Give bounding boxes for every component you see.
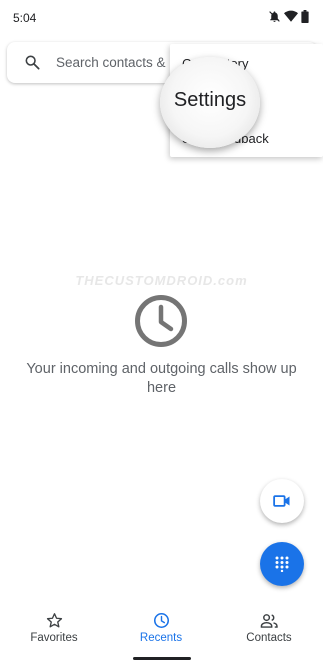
dialpad-button[interactable] [260,542,304,586]
wifi-icon [284,10,298,22]
dialpad-icon [275,556,289,572]
tab-recents-label: Recents [139,632,183,644]
tab-favorites-label: Favorites [30,632,78,644]
tab-contacts[interactable]: Contacts [219,606,319,654]
star-icon [46,613,62,628]
clock-icon [153,612,169,629]
empty-state-message: Your incoming and outgoing calls show up… [26,361,297,396]
watermark: THECUSTOMDROID.com [75,273,248,288]
bottom-nav: Favorites Recents Contacts [0,606,323,663]
battery-icon [301,10,309,23]
tab-favorites[interactable]: Favorites [4,606,104,654]
magnifier-settings-label: Settings [173,89,247,111]
status-icons [268,10,309,23]
status-time: 5:04 [13,11,37,25]
videocam-icon [273,495,290,507]
clock-icon [135,295,187,347]
search-input[interactable]: Search contacts & places [56,55,176,70]
video-call-button[interactable] [260,479,304,523]
people-icon [260,614,278,628]
home-indicator[interactable] [133,657,191,660]
search-icon[interactable] [24,54,40,70]
tab-recents[interactable]: Recents [111,606,211,654]
settings-magnifier[interactable]: Settings [160,57,260,148]
bell-off-icon [269,11,280,22]
status-bar: 5:04 [0,0,323,38]
tab-contacts-label: Contacts [246,632,292,644]
